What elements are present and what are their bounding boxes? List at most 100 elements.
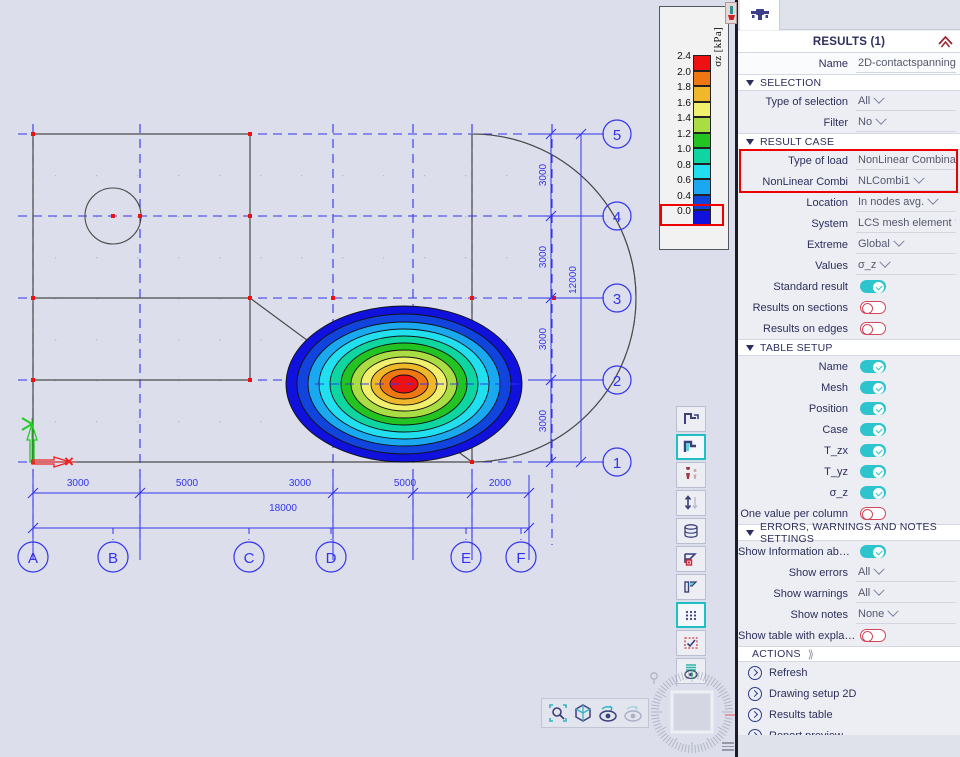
zoom-fit-icon[interactable] (547, 702, 568, 724)
legend-swatch[interactable] (693, 102, 711, 118)
toggle-mesh[interactable] (860, 381, 886, 394)
row-extreme: Extreme Global (738, 234, 960, 255)
field-value: 2D-contactspanningen (858, 54, 956, 73)
toggle-cell (856, 420, 956, 439)
chevron-down-icon (913, 173, 924, 184)
eye-render-icon[interactable] (597, 702, 618, 724)
drawing-canvas[interactable]: × 3000 5000 3000 5000 2000 18000 3000 30… (0, 0, 738, 757)
dropdown-value: All (858, 563, 870, 582)
row-show-table-with-expla: Show table with expla… (738, 625, 960, 646)
view-control-toolbar[interactable] (541, 698, 649, 728)
surface-icon[interactable] (676, 574, 706, 600)
section-result-case[interactable]: RESULT CASE (738, 133, 960, 150)
toggle-results-on-edges[interactable] (860, 322, 886, 335)
mesh-dots-icon[interactable] (676, 602, 706, 628)
legend-tick: 0.0 (660, 206, 691, 217)
row-label: Filter (738, 117, 856, 129)
legend-swatch[interactable] (693, 195, 711, 211)
section-table-setup[interactable]: TABLE SETUP (738, 339, 960, 356)
row-show-errors: Show errors All (738, 562, 960, 583)
svg-text:×: × (64, 452, 74, 471)
row--z: σ_z (738, 482, 960, 503)
dropdown-cell[interactable]: All (856, 92, 956, 111)
row-name: Name 2D-contactspanningen (738, 53, 960, 74)
scia-app-icon (749, 6, 771, 24)
dropdown-cell[interactable]: σ_z (856, 256, 956, 275)
toggle-position[interactable] (860, 402, 886, 415)
legend-tick: 0.6 (660, 175, 691, 186)
row-label: Location (738, 197, 856, 209)
dropdown-cell[interactable]: All (856, 563, 956, 582)
row-show-warnings: Show warnings All (738, 583, 960, 604)
legend-tick: 1.2 (660, 129, 691, 140)
load-arrows-icon[interactable] (676, 490, 706, 516)
legend-swatch[interactable] (693, 210, 711, 226)
cube-view-icon[interactable] (572, 702, 593, 724)
arrow-circle-icon (748, 708, 762, 722)
legend-swatch[interactable] (693, 179, 711, 195)
nav-menu-icon[interactable] (722, 742, 734, 752)
dropdown-value: None (858, 605, 884, 624)
supports-icon[interactable] (676, 462, 706, 488)
legend-tick: 0.8 (660, 160, 691, 171)
action-results-table[interactable]: Results table (738, 704, 960, 725)
copy-entity-icon[interactable] (676, 434, 706, 460)
legend-tick: 2.0 (660, 67, 691, 78)
dropdown-cell[interactable]: Global (856, 235, 956, 254)
dropdown-cell[interactable]: None (856, 605, 956, 624)
legend-swatch[interactable] (693, 133, 711, 149)
dropdown-value: LCS mesh element (858, 214, 952, 233)
toggle-one-value-per-column[interactable] (860, 507, 886, 520)
row-label: Show Information ab… (738, 546, 856, 558)
toggle-t-yz[interactable] (860, 465, 886, 478)
legend-swatch[interactable] (693, 55, 711, 71)
legend-swatch[interactable] (693, 148, 711, 164)
row-type-of-selection: Type of selection All (738, 91, 960, 112)
home-chevron-icon[interactable] (937, 34, 954, 52)
toggle-results-on-sections[interactable] (860, 301, 886, 314)
toggle-show-information-ab-[interactable] (860, 545, 886, 558)
divider-pin-icon[interactable] (725, 2, 737, 24)
app-logo-tab[interactable] (740, 0, 780, 30)
row-label: Standard result (738, 281, 856, 293)
dropdown-cell[interactable]: In nodes avg. (856, 193, 956, 212)
section-cut-icon[interactable] (676, 546, 706, 572)
dropdown-cell[interactable]: LCS mesh element (856, 214, 956, 233)
dropdown-cell[interactable]: No (856, 113, 956, 132)
grid-label-h-2: C (244, 550, 255, 567)
selection-box-icon[interactable] (676, 630, 706, 656)
toggle-name[interactable] (860, 360, 886, 373)
toggle--z[interactable] (860, 486, 886, 499)
field-value: NonLinear Combinatio (858, 151, 956, 170)
section-actions[interactable]: ACTIONS ⟫ (738, 646, 960, 662)
dropdown-cell[interactable]: All (856, 584, 956, 603)
triangle-down-icon (746, 530, 754, 536)
color-legend[interactable]: σz [kPa] 2.42.01.81.61.41.21.00.80.60.40… (659, 6, 729, 250)
eye-disabled-icon[interactable] (622, 702, 643, 724)
legend-swatch[interactable] (693, 164, 711, 180)
new-entity-icon[interactable] (676, 406, 706, 432)
legend-swatch[interactable] (693, 86, 711, 102)
action-drawing-setup-2d[interactable]: Drawing setup 2D (738, 683, 960, 704)
toggle-case[interactable] (860, 423, 886, 436)
toggle-show-table-with-expla-[interactable] (860, 629, 886, 642)
toggle-t-zx[interactable] (860, 444, 886, 457)
dim-v-0: 3000 (538, 163, 549, 186)
row-label: Name (738, 361, 856, 373)
section-errors-warnings-notes[interactable]: ERRORS, WARNINGS AND NOTES SETTINGS (738, 524, 960, 541)
dim-v-total: 12000 (568, 266, 579, 294)
section-selection[interactable]: SELECTION (738, 74, 960, 91)
dropdown-cell[interactable]: NLCombi1 (856, 172, 956, 191)
dropdown-value: Global (858, 235, 890, 254)
row-results-on-sections: Results on sections (738, 297, 960, 318)
row-label: Show warnings (738, 588, 856, 600)
row-label: Show notes (738, 609, 856, 621)
view-tools-toolbar[interactable] (676, 406, 708, 684)
row-label: σ_z (738, 487, 856, 499)
database-icon[interactable] (676, 518, 706, 544)
legend-swatch[interactable] (693, 117, 711, 133)
legend-swatch[interactable] (693, 71, 711, 87)
toggle-cell (856, 399, 956, 418)
toggle-standard-result[interactable] (860, 280, 886, 293)
action-refresh[interactable]: Refresh (738, 662, 960, 683)
